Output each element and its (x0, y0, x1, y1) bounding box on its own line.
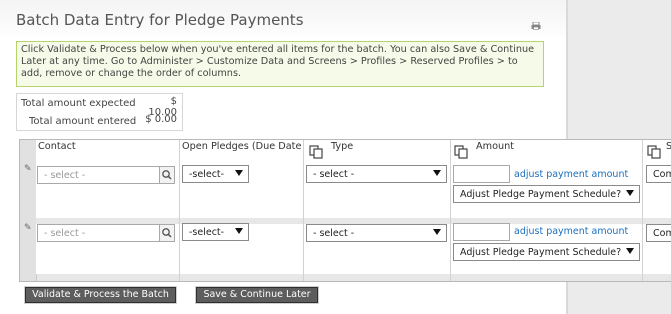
column-header-s: S (666, 141, 671, 152)
total-entered-label: Total amount entered (29, 116, 137, 127)
source-select[interactable]: Com (646, 224, 671, 242)
open-pledges-select[interactable]: -select- (182, 165, 249, 183)
chevron-down-icon (433, 170, 441, 176)
contact-lookup[interactable]: - select - (37, 224, 175, 242)
edit-pencil-icon[interactable]: ✎ (24, 165, 32, 174)
source-value: Com (653, 228, 671, 239)
adjust-payment-amount-link[interactable]: adjust payment amount (514, 169, 628, 180)
save-continue-later-button[interactable]: Save & Continue Later (196, 287, 318, 303)
chevron-down-icon (626, 248, 634, 254)
contact-placeholder: - select - (44, 228, 86, 239)
open-pledges-select[interactable]: -select- (182, 223, 249, 241)
source-value: Com (653, 169, 671, 180)
grid-header-row (36, 140, 671, 163)
search-icon[interactable] (159, 225, 174, 241)
column-header-type: Type (331, 141, 354, 152)
column-divider (642, 140, 643, 281)
column-header-contact: Contact (38, 141, 76, 152)
batch-entry-grid: Contact Open Pledges (Due Date - Amount)… (19, 139, 671, 282)
contact-placeholder: - select - (44, 170, 86, 181)
column-header-open-pledges: Open Pledges (Due Date - Amount) (182, 141, 302, 152)
total-entered-value: $ 0.00 (145, 114, 177, 125)
copy-icon[interactable] (454, 145, 468, 159)
column-divider (303, 140, 304, 281)
chevron-down-icon (235, 228, 243, 234)
adjust-schedule-value: Adjust Pledge Payment Schedule? (460, 189, 622, 200)
amount-input[interactable] (453, 223, 510, 241)
validate-process-button[interactable]: Validate & Process the Batch (25, 287, 176, 303)
type-value: - select - (313, 169, 355, 180)
print-icon[interactable] (531, 22, 541, 30)
chevron-down-icon (626, 190, 634, 196)
column-header-amount: Amount (476, 141, 515, 152)
copy-icon[interactable] (647, 145, 661, 159)
total-expected-label: Total amount expected (21, 98, 136, 109)
type-select[interactable]: - select - (306, 165, 447, 183)
adjust-schedule-value: Adjust Pledge Payment Schedule? (460, 247, 622, 258)
amount-input[interactable] (453, 165, 510, 183)
edit-pencil-icon[interactable]: ✎ (24, 224, 32, 233)
type-select[interactable]: - select - (306, 224, 447, 242)
column-divider (450, 140, 451, 281)
search-icon[interactable] (159, 167, 174, 183)
adjust-schedule-select[interactable]: Adjust Pledge Payment Schedule? (453, 243, 640, 261)
totals-box: Total amount expected $ 10.00 Total amou… (16, 93, 183, 131)
page-title: Batch Data Entry for Pledge Payments (16, 11, 304, 29)
column-divider (179, 140, 180, 281)
row-gutter (20, 140, 37, 281)
copy-icon[interactable] (309, 145, 323, 159)
chevron-down-icon (235, 170, 243, 176)
adjust-payment-amount-link[interactable]: adjust payment amount (514, 226, 628, 237)
open-pledges-value: -select- (189, 169, 225, 180)
contact-lookup[interactable]: - select - (37, 166, 175, 184)
type-value: - select - (313, 228, 355, 239)
chevron-down-icon (433, 229, 441, 235)
open-pledges-value: -select- (189, 227, 225, 238)
source-select[interactable]: Com (646, 165, 671, 183)
help-message: Click Validate & Process below when you'… (16, 41, 544, 87)
adjust-schedule-select[interactable]: Adjust Pledge Payment Schedule? (453, 185, 640, 203)
